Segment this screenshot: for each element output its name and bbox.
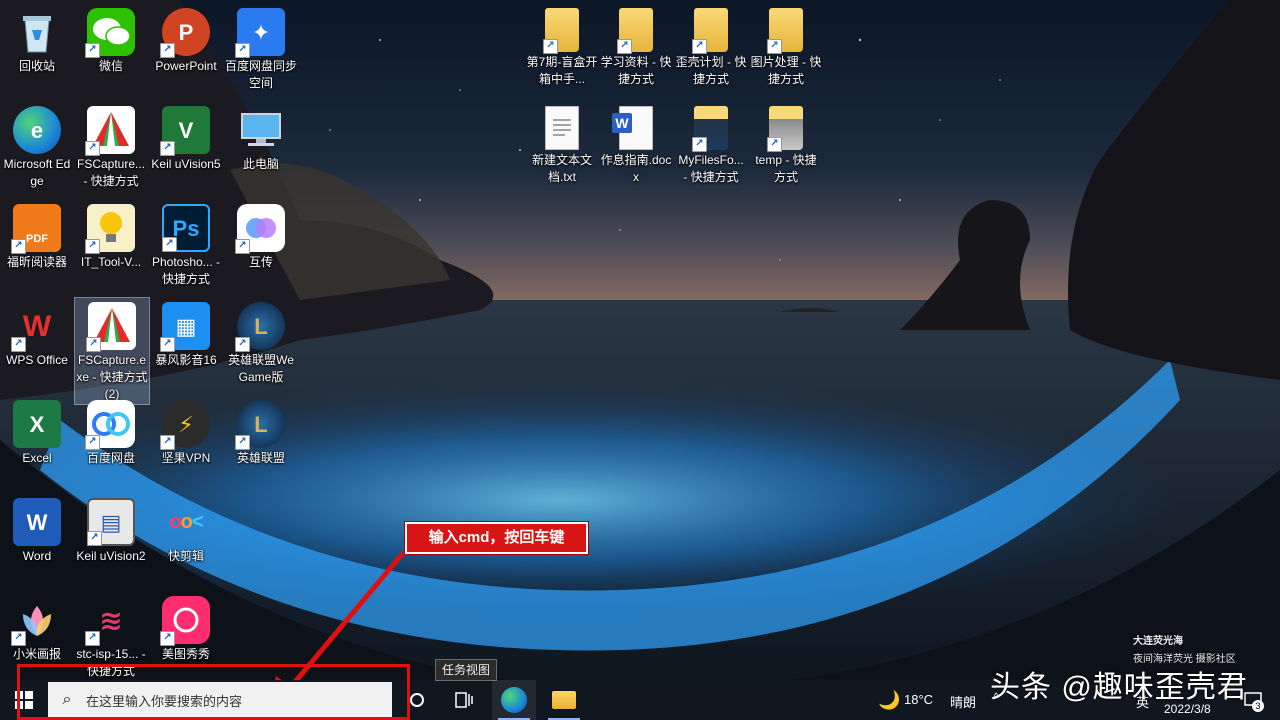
wallpaper-location-label: 大连荧光海 <box>1133 636 1183 647</box>
task-view-tooltip: 任务视图 <box>435 659 498 681</box>
weather-temperature[interactable]: 18°C <box>904 692 933 707</box>
cortana-button[interactable] <box>400 680 434 720</box>
taskbar-edge[interactable] <box>492 680 536 720</box>
weather-condition[interactable]: 晴朗 <box>950 692 976 711</box>
notification-count-badge: 3 <box>1252 700 1264 712</box>
annotation-arrow <box>268 551 405 708</box>
search-icon: ⌕ <box>62 691 72 708</box>
taskbar-file-explorer[interactable] <box>540 680 588 720</box>
taskbar-search-box[interactable]: ⌕ 在这里输入你要搜索的内容 <box>48 682 392 718</box>
task-view-button[interactable] <box>446 680 482 720</box>
search-placeholder: 在这里输入你要搜索的内容 <box>86 693 243 709</box>
edge-icon <box>501 687 527 713</box>
cortana-icon <box>410 693 424 707</box>
windows-logo-icon <box>15 691 33 709</box>
task-view-icon <box>455 692 473 708</box>
start-button[interactable] <box>0 680 48 720</box>
weather-moon-icon[interactable]: 🌙 <box>878 690 900 711</box>
folder-icon <box>552 691 576 709</box>
toutiao-watermark: 头条 @趣味歪壳君 <box>990 671 1248 704</box>
